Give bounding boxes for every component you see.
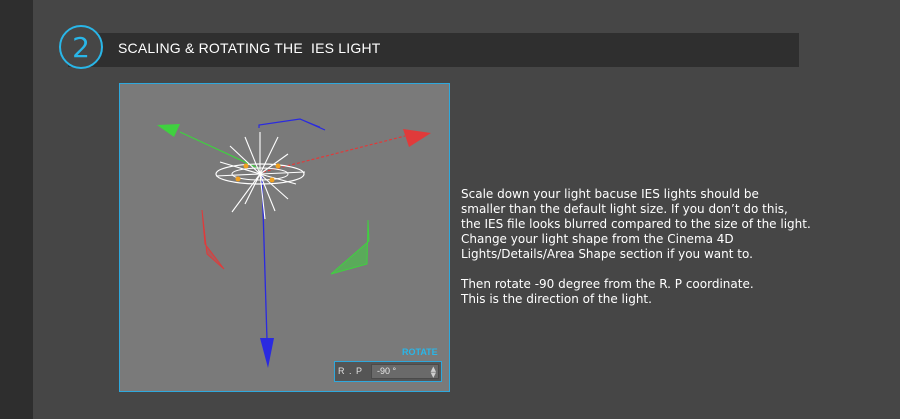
x-axis-line <box>262 135 406 173</box>
page-title: SCALING & ROTATING THE IES LIGHT <box>118 40 381 56</box>
coordinate-label: R . P <box>338 366 364 376</box>
instructions-text: Scale down your light bacuse IES lights … <box>461 172 841 307</box>
blue-rotation-band <box>258 118 326 131</box>
rotation-pitch-field[interactable]: -90 ° ▲ ▼ <box>371 364 439 379</box>
handle-dot <box>243 163 249 169</box>
instructions-paragraph-2: Then rotate -90 degree from the R. P coo… <box>461 277 754 306</box>
step-number-badge: 2 <box>59 25 103 69</box>
rotation-pitch-control: R . P -90 ° ▲ ▼ <box>334 361 442 382</box>
rotation-pitch-value: -90 ° <box>377 366 397 376</box>
z-axis-arrow-icon <box>260 338 274 368</box>
green-rotation-band <box>330 219 370 275</box>
left-sidebar-strip <box>0 0 33 419</box>
rotate-label: ROTATE <box>402 347 438 357</box>
ies-light-rays <box>215 132 306 220</box>
y-axis-arrow-icon <box>157 124 180 137</box>
instructions-paragraph-1: Scale down your light bacuse IES lights … <box>461 187 811 261</box>
stepper-icon[interactable]: ▲ ▼ <box>431 366 436 379</box>
3d-viewport[interactable]: ROTATE R . P -90 ° ▲ ▼ <box>119 83 450 392</box>
x-axis-arrow-icon <box>403 129 431 147</box>
light-gizmo-illustration <box>157 118 431 368</box>
red-rotation-band <box>201 209 225 270</box>
